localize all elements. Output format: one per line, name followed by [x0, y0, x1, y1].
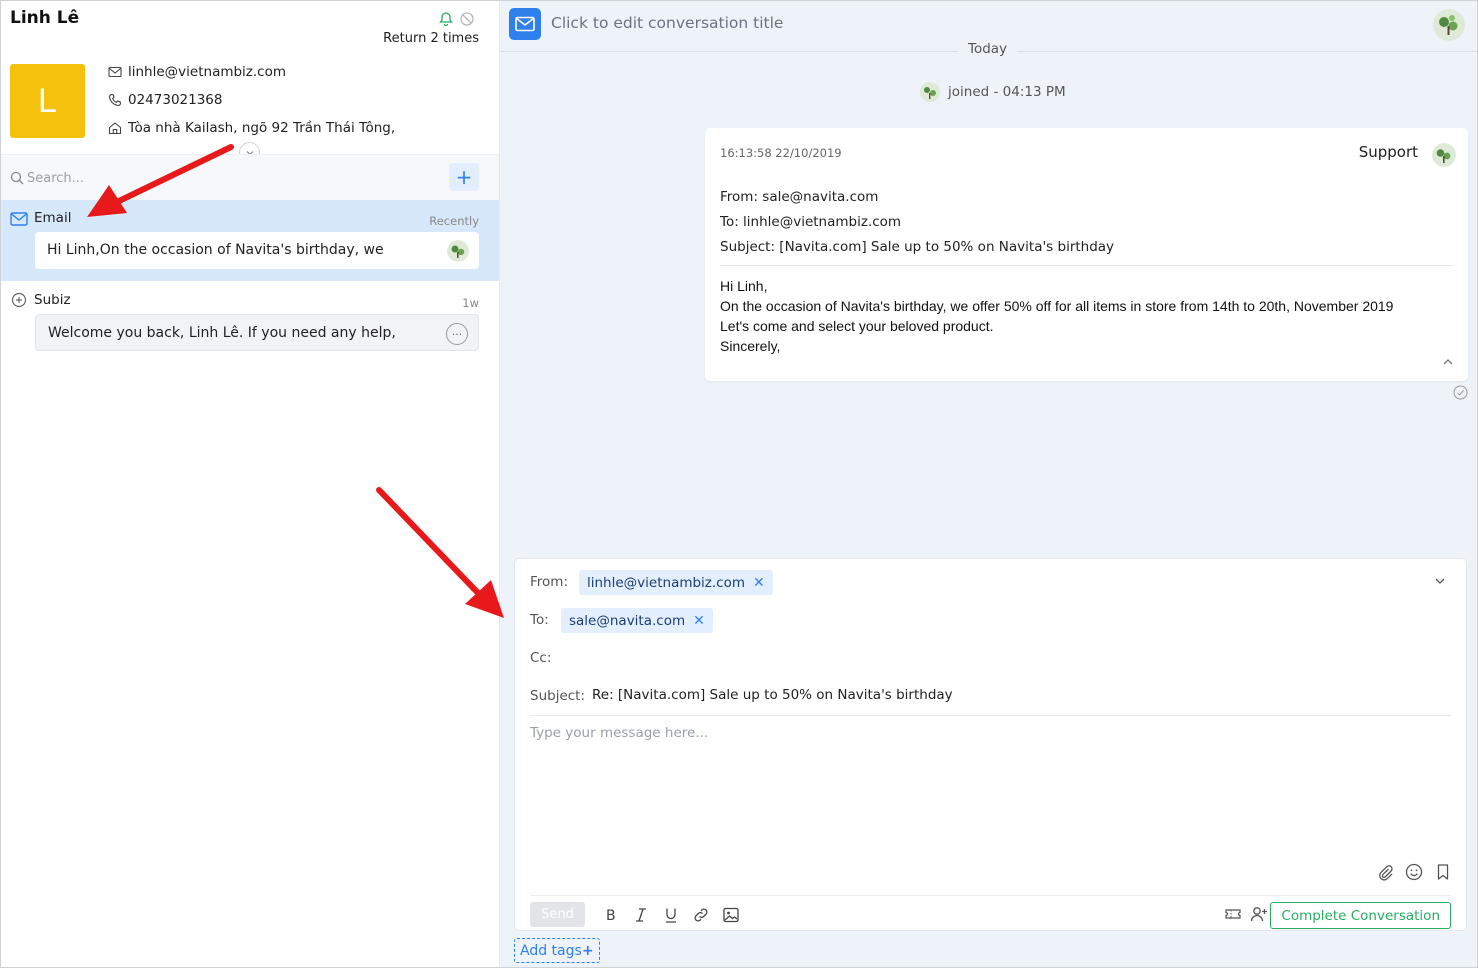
- link-icon[interactable]: [692, 906, 710, 924]
- subject-label: Subject:: [530, 688, 586, 704]
- close-icon[interactable]: ✕: [753, 575, 765, 591]
- email-composer: From: linhle@vietnambiz.com ✕ To: sale@n…: [514, 558, 1467, 931]
- contact-phone[interactable]: 02473021368: [128, 92, 222, 108]
- mail-icon: [515, 16, 535, 32]
- contact-name: Linh Lê: [10, 8, 80, 28]
- return-count: Return 2 times: [383, 31, 479, 46]
- check-circle-icon: [1453, 385, 1468, 400]
- contact-sidebar: Linh Lê Return 2 times L linhle@vietnamb…: [1, 1, 500, 967]
- day-label: Today: [958, 41, 1018, 57]
- to-label: To:: [530, 612, 549, 628]
- conversation-channel: Email: [34, 210, 72, 226]
- home-icon: [108, 122, 122, 135]
- new-conversation-button[interactable]: +: [449, 163, 479, 191]
- contact-email[interactable]: linhle@vietnambiz.com: [128, 64, 286, 80]
- contact-email-row: linhle@vietnambiz.com: [108, 64, 286, 80]
- italic-icon[interactable]: [632, 906, 650, 924]
- close-icon[interactable]: ✕: [693, 613, 705, 629]
- message-sender: Support: [1358, 143, 1418, 161]
- search-input[interactable]: [27, 167, 407, 189]
- message-body-line: On the occasion of Navita's birthday, we…: [720, 298, 1394, 314]
- conversation-time: Recently: [429, 214, 479, 228]
- agent-avatar: [1432, 143, 1456, 167]
- complete-conversation-button[interactable]: Complete Conversation: [1270, 902, 1451, 929]
- bookmark-icon[interactable]: [1434, 863, 1452, 881]
- conversation-item-subiz[interactable]: Subiz 1w Welcome you back, Linh Lê. If y…: [1, 281, 499, 357]
- chat-icon: [11, 292, 27, 308]
- more-icon: ···: [446, 323, 468, 345]
- block-icon[interactable]: [459, 11, 475, 27]
- search-icon: [10, 171, 24, 185]
- to-chip[interactable]: sale@navita.com ✕: [561, 608, 713, 633]
- channel-badge: [509, 8, 541, 40]
- agent-avatar[interactable]: [1433, 9, 1465, 41]
- ticket-icon[interactable]: [1224, 905, 1242, 923]
- search-bar: +: [1, 154, 499, 200]
- conversation-preview: Welcome you back, Linh Lê. If you need a…: [35, 314, 479, 351]
- from-label: From:: [530, 574, 568, 590]
- bell-icon[interactable]: [438, 11, 454, 27]
- phone-icon: [108, 93, 122, 107]
- joined-text: joined - 04:13 PM: [948, 84, 1066, 100]
- chevron-down-icon[interactable]: [1434, 575, 1446, 587]
- conversation-header: Click to edit conversation title: [500, 1, 1477, 45]
- message-body-line: Let's come and select your beloved produ…: [720, 318, 994, 334]
- contact-address-row: Tòa nhà Kailash, ngõ 92 Trần Thái Tông,: [108, 120, 395, 136]
- agent-avatar: [920, 82, 940, 102]
- toolbar-divider: [530, 895, 1451, 896]
- add-tags-button[interactable]: Add tags+: [514, 938, 600, 963]
- attach-icon[interactable]: [1376, 863, 1394, 881]
- app-window: Linh Lê Return 2 times L linhle@vietnamb…: [0, 0, 1478, 968]
- message-from: From: sale@navita.com: [720, 189, 879, 205]
- image-icon[interactable]: [722, 906, 740, 924]
- plus-icon: +: [455, 165, 473, 189]
- message-body-line: Sincerely,: [720, 338, 781, 354]
- message-input[interactable]: [530, 725, 1450, 855]
- emoji-icon[interactable]: [1405, 863, 1423, 881]
- conversation-title[interactable]: Click to edit conversation title: [551, 14, 783, 32]
- conversation-time: 1w: [462, 296, 479, 310]
- cc-label[interactable]: Cc:: [530, 650, 551, 666]
- bold-icon[interactable]: B: [602, 906, 620, 924]
- conversation-panel: Click to edit conversation title Today j…: [500, 1, 1477, 967]
- plus-icon: +: [581, 942, 594, 959]
- underline-icon[interactable]: [662, 906, 680, 924]
- conversation-channel: Subiz: [34, 292, 71, 308]
- send-button[interactable]: Send: [530, 902, 585, 927]
- contact-avatar: L: [10, 64, 85, 138]
- composer-divider: [530, 715, 1451, 716]
- from-value: linhle@vietnambiz.com: [587, 574, 746, 591]
- add-tags-label: Add tags: [520, 942, 582, 959]
- message-subject: Subject: [Navita.com] Sale up to 50% on …: [720, 239, 1115, 255]
- to-value: sale@navita.com: [569, 612, 686, 629]
- svg-text:B: B: [606, 908, 616, 924]
- contact-address: Tòa nhà Kailash, ngõ 92 Trần Thái Tông,: [128, 120, 396, 136]
- message-divider: [720, 265, 1453, 266]
- contact-phone-row: 02473021368: [108, 92, 222, 108]
- conversation-preview-text: Hi Linh,On the occasion of Navita's birt…: [47, 242, 384, 258]
- conversation-preview-text: Welcome you back, Linh Lê. If you need a…: [48, 325, 396, 341]
- chevron-up-icon[interactable]: [1442, 356, 1454, 368]
- joined-event: joined - 04:13 PM: [920, 82, 1066, 102]
- email-message: 16:13:58 22/10/2019 Support From: sale@n…: [705, 128, 1468, 381]
- conversation-item-email[interactable]: Email Recently Hi Linh,On the occasion o…: [1, 200, 499, 281]
- assign-user-icon[interactable]: [1250, 905, 1268, 923]
- message-timestamp: 16:13:58 22/10/2019: [720, 146, 842, 160]
- message-body-line: Hi Linh,: [720, 278, 768, 294]
- conversation-preview: Hi Linh,On the occasion of Navita's birt…: [35, 232, 479, 269]
- subject-field[interactable]: Re: [Navita.com] Sale up to 50% on Navit…: [592, 687, 953, 703]
- agent-avatar: [447, 240, 469, 262]
- composer-extra-tools: [1376, 863, 1452, 881]
- mail-icon: [108, 66, 122, 78]
- from-chip[interactable]: linhle@vietnambiz.com ✕: [579, 570, 773, 595]
- mail-icon: [10, 212, 28, 226]
- message-to: To: linhle@vietnambiz.com: [720, 214, 902, 230]
